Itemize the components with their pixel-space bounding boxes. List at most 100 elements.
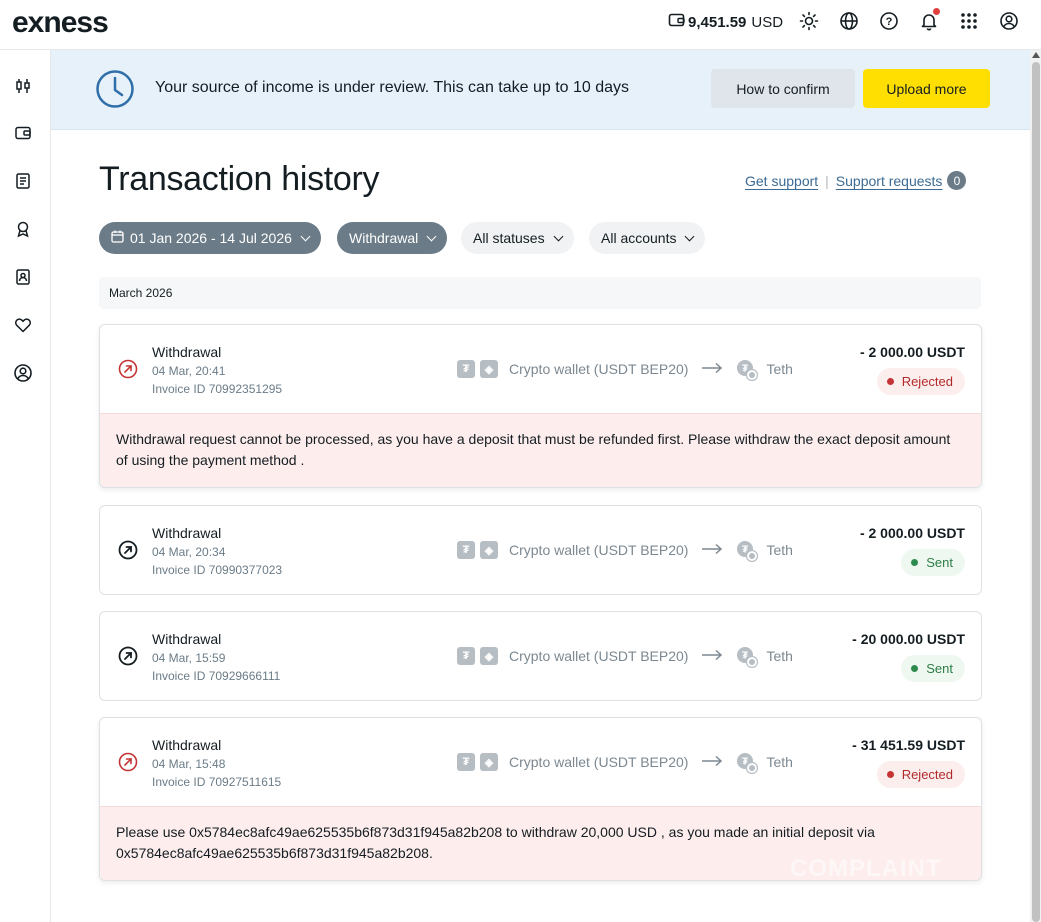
transaction-date: 04 Mar, 20:41 <box>152 364 226 378</box>
status-label: Sent <box>926 555 953 570</box>
chevron-down-icon <box>685 231 695 241</box>
get-support-link[interactable]: Get support <box>745 173 818 189</box>
transaction-title: Withdrawal <box>152 631 222 647</box>
type-filter[interactable]: Withdrawal <box>337 222 448 254</box>
tether-wallet-icon: ₮ <box>736 646 759 669</box>
transaction-route: ₮ ◈ Crypto wallet (USDT BEP20) ₮ Teth <box>457 646 793 669</box>
transaction-amount: - 20 000.00 USDT <box>852 631 965 647</box>
transaction-row[interactable]: Withdrawal 04 Mar, 15:48 Invoice ID 7092… <box>100 718 981 806</box>
exness-logo[interactable]: exness <box>12 6 109 40</box>
apps-grid-icon[interactable] <box>959 11 979 31</box>
arrow-right-icon <box>701 542 723 558</box>
status-dot <box>886 378 894 385</box>
transaction-amount: - 2 000.00 USDT <box>859 344 965 360</box>
status-dot <box>886 771 894 778</box>
accounts-filter-label: All accounts <box>601 230 677 246</box>
destination-label: Teth <box>766 754 793 770</box>
bell-icon[interactable] <box>919 8 940 31</box>
transaction-invoice: Invoice ID 70927511615 <box>152 775 282 789</box>
account-icon[interactable] <box>13 363 33 383</box>
transaction-card[interactable]: Withdrawal 04 Mar, 20:34 Invoice ID 7099… <box>99 505 982 595</box>
status-badge: Rejected <box>876 761 965 788</box>
type-filter-label: Withdrawal <box>349 230 419 246</box>
chevron-down-icon <box>553 231 564 241</box>
balance-button[interactable]: 9,451.59 USD <box>668 12 783 32</box>
clock-icon <box>95 69 135 114</box>
rewards-icon[interactable] <box>13 219 33 239</box>
transaction-date: 04 Mar, 20:34 <box>152 545 226 559</box>
transaction-invoice: Invoice ID 70929666111 <box>152 669 281 683</box>
tether-icon: ₮ <box>457 753 475 771</box>
transaction-route: ₮ ◈ Crypto wallet (USDT BEP20) ₮ Teth <box>457 359 792 382</box>
rejection-note: Withdrawal request cannot be processed, … <box>100 413 981 487</box>
trading-icon[interactable] <box>13 76 33 96</box>
balance-currency: USD <box>751 13 784 31</box>
svg-text:?: ? <box>886 16 893 28</box>
reports-icon[interactable] <box>13 171 33 191</box>
upload-more-button[interactable]: Upload more <box>863 69 990 108</box>
profile-icon[interactable] <box>999 11 1019 31</box>
arrow-right-icon <box>701 648 723 664</box>
payment-method: Crypto wallet (USDT BEP20) <box>509 648 689 664</box>
bnb-chain-icon: ◈ <box>480 541 498 559</box>
notification-dot <box>933 8 940 15</box>
transaction-title: Withdrawal <box>152 525 222 541</box>
scroll-up-arrow-icon[interactable] <box>1032 52 1040 58</box>
help-icon[interactable]: ? <box>879 11 899 31</box>
status-badge: Sent <box>901 549 965 576</box>
support-links: Get support | Support requests 0 <box>745 171 967 190</box>
wallet-icon[interactable] <box>13 123 33 143</box>
support-requests-link[interactable]: Support requests <box>836 173 943 189</box>
transaction-date: 04 Mar, 15:48 <box>152 757 226 771</box>
chevron-down-icon <box>426 231 437 241</box>
transaction-card[interactable]: Withdrawal 04 Mar, 20:41 Invoice ID 7099… <box>99 324 982 488</box>
globe-icon[interactable] <box>839 11 859 31</box>
support-requests-count-badge: 0 <box>947 171 967 190</box>
transaction-title: Withdrawal <box>152 344 222 360</box>
transaction-row[interactable]: Withdrawal 04 Mar, 15:59 Invoice ID 7092… <box>100 612 981 700</box>
id-card-icon[interactable] <box>13 267 33 287</box>
watermark-text: COMPLAINT <box>790 855 942 882</box>
transaction-title: Withdrawal <box>152 737 222 753</box>
bnb-chain-icon: ◈ <box>480 647 498 665</box>
how-to-confirm-button[interactable]: How to confirm <box>711 69 855 108</box>
transaction-invoice: Invoice ID 70990377023 <box>152 563 283 577</box>
transaction-row[interactable]: Withdrawal 04 Mar, 20:41 Invoice ID 7099… <box>100 325 981 413</box>
arrow-right-icon <box>701 754 723 770</box>
transaction-card[interactable]: Withdrawal 04 Mar, 15:59 Invoice ID 7092… <box>99 611 982 701</box>
support-separator: | <box>825 172 829 189</box>
status-badge: Rejected <box>876 368 965 395</box>
payment-method: Crypto wallet (USDT BEP20) <box>509 542 689 558</box>
top-bar: exness 9,451.59 USD ? <box>0 0 1041 50</box>
transaction-invoice: Invoice ID 70992351295 <box>152 382 283 396</box>
sidebar <box>0 50 51 922</box>
balance-amount: 9,451.59 <box>688 13 747 31</box>
withdrawal-rejected-icon <box>118 752 138 772</box>
sun-icon[interactable] <box>799 11 819 31</box>
transaction-route: ₮ ◈ Crypto wallet (USDT BEP20) ₮ Teth <box>457 752 793 775</box>
status-filter-label: All statuses <box>473 230 545 246</box>
status-dot <box>911 665 919 672</box>
withdrawal-rejected-icon <box>118 359 138 379</box>
withdrawal-sent-icon <box>118 540 138 560</box>
transaction-row[interactable]: Withdrawal 04 Mar, 20:34 Invoice ID 7099… <box>100 506 981 594</box>
tether-wallet-icon: ₮ <box>736 359 759 382</box>
favorites-icon[interactable] <box>13 315 33 335</box>
wallet-icon <box>668 12 686 32</box>
tether-icon: ₮ <box>457 541 475 559</box>
accounts-filter[interactable]: All accounts <box>589 222 706 254</box>
status-filter[interactable]: All statuses <box>461 222 574 254</box>
date-range-label: 01 Jan 2026 - 14 Jul 2026 <box>130 230 292 246</box>
bnb-chain-icon: ◈ <box>480 753 498 771</box>
payment-method: Crypto wallet (USDT BEP20) <box>509 754 689 770</box>
destination-label: Teth <box>766 648 793 664</box>
date-range-filter[interactable]: 01 Jan 2026 - 14 Jul 2026 <box>99 222 321 254</box>
scrollbar-thumb[interactable] <box>1032 62 1040 922</box>
page-title: Transaction history <box>99 160 380 198</box>
status-badge: Sent <box>901 655 965 682</box>
month-header: March 2026 <box>99 277 981 309</box>
tether-wallet-icon: ₮ <box>736 540 759 563</box>
status-label: Sent <box>926 661 953 676</box>
arrow-right-icon <box>701 361 723 377</box>
withdrawal-sent-icon <box>118 646 138 666</box>
